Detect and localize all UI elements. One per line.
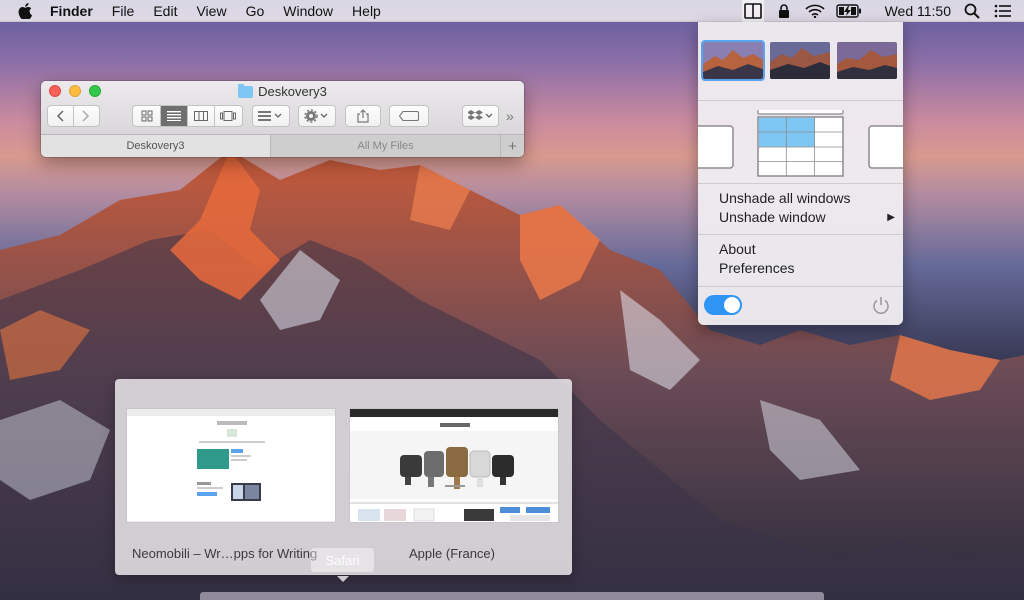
wallpaper-thumb-2[interactable] (770, 42, 830, 79)
window-label-neomobili: Neomobili – Wr…pps for Writing (132, 546, 318, 561)
toggle-knob (724, 297, 740, 313)
menu-window[interactable]: Window (283, 3, 333, 19)
unshade-all-menu-item[interactable]: Unshade all windows (719, 189, 895, 208)
menu-go[interactable]: Go (246, 3, 265, 19)
wallpaper-thumbnails (701, 40, 897, 81)
gallery-view-button[interactable] (215, 106, 242, 126)
menu-file[interactable]: File (112, 3, 135, 19)
app-menu-group: About Preferences (719, 240, 895, 278)
dropbox-button[interactable] (462, 105, 499, 127)
unshade-menu-group: Unshade all windows Unshade window ▶ (719, 189, 895, 227)
tags-button[interactable] (389, 105, 429, 127)
menu-edit[interactable]: Edit (153, 3, 177, 19)
unshade-window-label: Unshade window (719, 209, 826, 225)
window-thumbnail-neomobili[interactable] (126, 408, 336, 523)
enable-toggle[interactable] (704, 295, 742, 315)
tab-bar: Deskovery3 All My Files + (41, 135, 524, 157)
submenu-arrow-icon: ▶ (887, 212, 895, 223)
dock[interactable] (200, 592, 824, 600)
popover-divider-2 (698, 183, 903, 184)
about-label: About (719, 241, 756, 257)
finder-titlebar[interactable]: Deskovery3 » (41, 81, 524, 135)
about-menu-item[interactable]: About (719, 240, 895, 259)
menu-help[interactable]: Help (352, 3, 381, 19)
new-tab-button[interactable]: + (500, 135, 524, 157)
menu-bar: Finder File Edit View Go Window Help Wed… (0, 0, 1024, 22)
preferences-menu-item[interactable]: Preferences (719, 259, 895, 278)
popover-divider-1 (698, 100, 903, 101)
search-icon[interactable] (961, 0, 983, 22)
deskovery-icon[interactable] (741, 0, 764, 22)
column-view-button[interactable] (188, 106, 215, 126)
view-mode-selector (132, 105, 243, 127)
arrange-button[interactable] (252, 105, 290, 127)
nav-buttons (47, 105, 100, 127)
menu-finder[interactable]: Finder (50, 3, 93, 19)
tab-deskovery3[interactable]: Deskovery3 (41, 135, 270, 157)
power-icon[interactable] (871, 295, 891, 315)
window-layout-grid[interactable] (698, 110, 903, 185)
finder-window[interactable]: Deskovery3 » Deskovery3 All My Files + (41, 81, 524, 157)
menu-view[interactable]: View (196, 3, 226, 19)
action-button[interactable] (298, 105, 336, 127)
toolbar-overflow-button[interactable]: » (506, 108, 514, 124)
popover-divider-3 (698, 234, 903, 235)
unshade-window-menu-item[interactable]: Unshade window ▶ (719, 208, 895, 227)
forward-button[interactable] (74, 106, 99, 126)
wifi-icon[interactable] (804, 0, 826, 22)
battery-icon[interactable] (835, 0, 863, 22)
wallpaper-thumb-3[interactable] (837, 42, 897, 79)
preferences-label: Preferences (719, 260, 795, 276)
window-thumbnail-apple-france[interactable] (349, 408, 559, 523)
list-view-button[interactable] (160, 106, 188, 126)
deskovery-popover: Unshade all windows Unshade window ▶ Abo… (698, 22, 903, 325)
clock[interactable]: Wed 11:50 (885, 3, 951, 19)
list-icon[interactable] (992, 0, 1014, 22)
back-button[interactable] (48, 106, 74, 126)
window-label-apple-france: Apple (France) (409, 546, 495, 561)
unshade-all-label: Unshade all windows (719, 190, 851, 206)
lock-icon[interactable] (773, 0, 795, 22)
window-title-text: Deskovery3 (258, 84, 327, 99)
share-button[interactable] (345, 105, 381, 127)
popover-divider-4 (698, 286, 903, 287)
switcher-pointer (337, 576, 349, 582)
wallpaper-thumb-1[interactable] (701, 40, 765, 81)
tab-all-my-files[interactable]: All My Files (270, 135, 500, 157)
icon-view-button[interactable] (134, 106, 161, 126)
app-name-tooltip: Safari (311, 548, 374, 572)
folder-icon (238, 83, 254, 98)
window-title: Deskovery3 (41, 83, 524, 99)
apple-icon[interactable] (14, 2, 36, 19)
window-switcher: Neomobili – Wr…pps for Writing Apple (Fr… (115, 379, 572, 575)
